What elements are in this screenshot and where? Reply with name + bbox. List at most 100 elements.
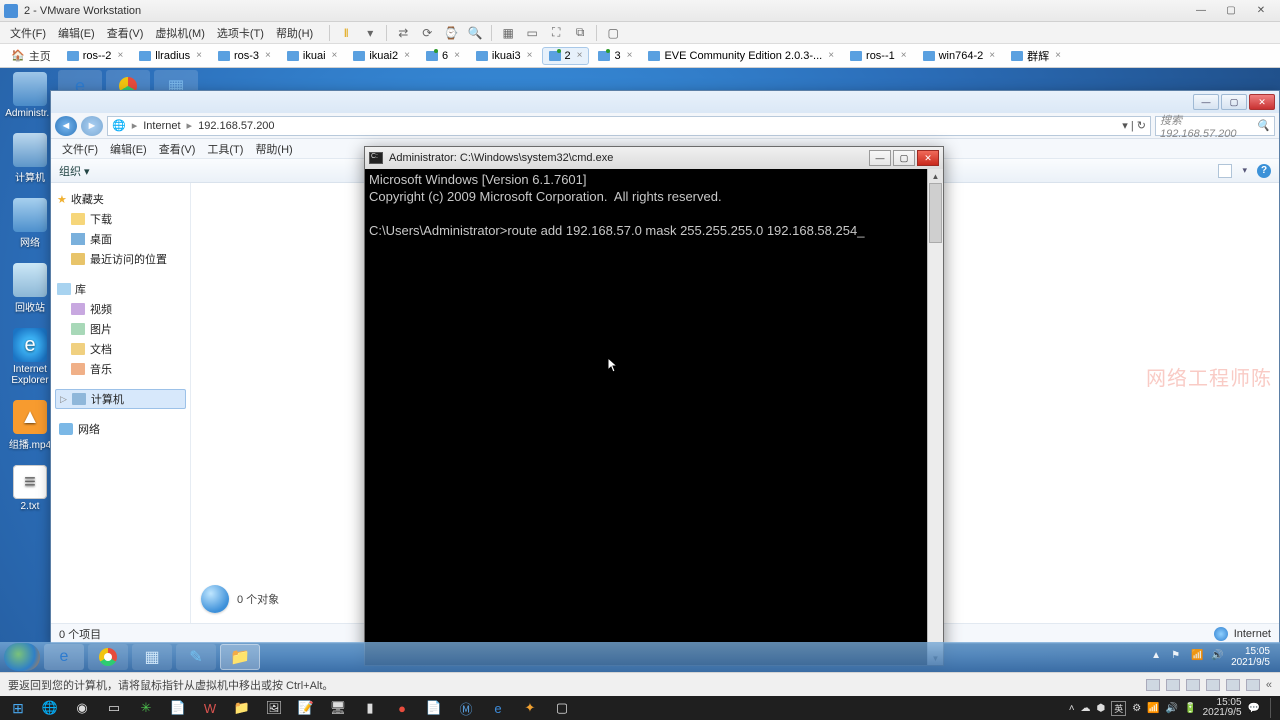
taskbar-explorer-button[interactable]: 📁 bbox=[220, 644, 260, 670]
scroll-up-button[interactable]: ▲ bbox=[928, 169, 943, 183]
address-dropdown[interactable]: ▾ | ↻ bbox=[1122, 119, 1146, 132]
explorer-minimize-button[interactable]: — bbox=[1193, 94, 1219, 110]
desktop-icon-trash[interactable]: 回收站 bbox=[4, 263, 56, 314]
tree-music[interactable]: 音乐 bbox=[55, 359, 186, 379]
tray-flag-icon[interactable]: ▲ bbox=[1151, 650, 1165, 664]
desktop-icon-vlc[interactable]: ▲组播.mp4 bbox=[4, 400, 56, 451]
vm-device-icon[interactable] bbox=[1166, 679, 1180, 691]
tray-icon[interactable]: ☁ bbox=[1081, 703, 1091, 714]
tray-volume-icon[interactable]: 🔊 bbox=[1211, 650, 1225, 664]
tree-downloads[interactable]: 下载 bbox=[55, 209, 186, 229]
unity-button[interactable]: ⧉ bbox=[572, 25, 588, 41]
outer-task-button[interactable]: ▮ bbox=[356, 698, 384, 718]
tree-documents[interactable]: 文档 bbox=[55, 339, 186, 359]
tray-wifi-icon[interactable]: 📶 bbox=[1147, 703, 1159, 714]
outer-task-button[interactable]: 📄 bbox=[164, 698, 192, 718]
tab-close-icon[interactable]: × bbox=[901, 50, 907, 61]
menu-edit[interactable]: 编辑(E) bbox=[52, 23, 101, 43]
vm-tab[interactable]: ikuai2× bbox=[346, 47, 417, 65]
vm-tab[interactable]: EVE Community Edition 2.0.3-...× bbox=[641, 47, 841, 65]
cmd-window[interactable]: Administrator: C:\Windows\system32\cmd.e… bbox=[364, 146, 944, 666]
organize-button[interactable]: 组织 ▾ bbox=[59, 163, 90, 179]
tab-close-icon[interactable]: × bbox=[196, 50, 202, 61]
outer-task-button[interactable]: ▢ bbox=[548, 698, 576, 718]
vm-device-more-icon[interactable]: « bbox=[1266, 679, 1272, 691]
outer-task-button[interactable]: 🌐 bbox=[36, 698, 64, 718]
tab-close-icon[interactable]: × bbox=[828, 50, 834, 61]
vm-device-icon[interactable] bbox=[1186, 679, 1200, 691]
taskbar-ie-button[interactable]: e bbox=[44, 644, 84, 670]
menu-help[interactable]: 帮助(H) bbox=[270, 23, 319, 43]
tree-recent[interactable]: 最近访问的位置 bbox=[55, 249, 186, 269]
outer-clock[interactable]: 15:05 2021/9/5 bbox=[1203, 698, 1242, 718]
vm-device-icon[interactable] bbox=[1206, 679, 1220, 691]
explorer-titlebar[interactable]: — ▢ ✕ bbox=[51, 91, 1279, 113]
help-icon[interactable]: ? bbox=[1257, 164, 1271, 178]
desktop-icon-network[interactable]: 网络 bbox=[4, 198, 56, 249]
vm-tab[interactable]: ikuai× bbox=[280, 47, 344, 65]
vm-device-icon[interactable] bbox=[1246, 679, 1260, 691]
outer-task-button[interactable]: ◉ bbox=[68, 698, 96, 718]
tab-close-icon[interactable]: × bbox=[527, 50, 533, 61]
back-button[interactable]: ◄ bbox=[55, 116, 77, 136]
crumb-root[interactable]: Internet bbox=[143, 120, 180, 132]
outer-task-button[interactable]: 📄 bbox=[420, 698, 448, 718]
guest-clock[interactable]: 15:05 2021/9/5 bbox=[1231, 646, 1270, 668]
vm-tab[interactable]: ros-3× bbox=[211, 47, 278, 65]
view-mode-dropdown[interactable]: ▾ bbox=[1242, 165, 1247, 176]
outer-task-button[interactable]: e bbox=[484, 698, 512, 718]
fullscreen-button[interactable]: ⛶ bbox=[548, 25, 564, 41]
explorer-search-input[interactable]: 搜索 192.168.57.200 🔍 bbox=[1155, 116, 1275, 136]
tray-chevron-icon[interactable]: ˄ bbox=[1069, 703, 1075, 714]
vm-tab[interactable]: 6× bbox=[419, 47, 467, 65]
cmd-minimize-button[interactable]: — bbox=[869, 150, 891, 166]
tab-close-icon[interactable]: × bbox=[265, 50, 271, 61]
view-button[interactable]: ▭ bbox=[524, 25, 540, 41]
outer-task-button[interactable]: ✦ bbox=[516, 698, 544, 718]
guest-start-button[interactable] bbox=[4, 643, 40, 671]
toolbar-btn[interactable]: 🔍 bbox=[467, 25, 483, 41]
host-close-button[interactable]: ✕ bbox=[1246, 2, 1276, 20]
cmd-maximize-button[interactable]: ▢ bbox=[893, 150, 915, 166]
exp-menu-edit[interactable]: 编辑(E) bbox=[105, 140, 152, 158]
tab-close-icon[interactable]: × bbox=[577, 50, 583, 61]
tree-pictures[interactable]: 图片 bbox=[55, 319, 186, 339]
guest-desktop[interactable]: e ▦ Administr...计算机网络回收站eInternet Explor… bbox=[0, 68, 1280, 672]
tray-icon[interactable]: ⬢ bbox=[1097, 703, 1106, 714]
vm-device-icon[interactable] bbox=[1226, 679, 1240, 691]
tray-notifications-icon[interactable]: 💬 bbox=[1248, 703, 1260, 714]
outer-task-button[interactable]: ▭ bbox=[100, 698, 128, 718]
outer-task-button[interactable]: 🖥 bbox=[324, 698, 352, 718]
vm-tab[interactable]: 2× bbox=[542, 47, 590, 65]
outer-task-button[interactable]: 📝 bbox=[292, 698, 320, 718]
vm-tab[interactable]: win764-2× bbox=[916, 47, 1002, 65]
outer-task-button[interactable]: ● bbox=[388, 698, 416, 718]
outer-task-button[interactable]: 🖼 bbox=[260, 698, 288, 718]
toolbar-btn[interactable]: ▾ bbox=[362, 25, 378, 41]
tree-video[interactable]: 视频 bbox=[55, 299, 186, 319]
snapshot-button[interactable]: ⌚ bbox=[443, 25, 459, 41]
tab-close-icon[interactable]: × bbox=[404, 50, 410, 61]
tab-close-icon[interactable]: × bbox=[627, 50, 633, 61]
outer-task-button[interactable]: Ⓜ bbox=[452, 698, 480, 718]
desktop-icon-admin[interactable]: Administr... bbox=[4, 72, 56, 119]
outer-task-button[interactable]: ✳ bbox=[132, 698, 160, 718]
desktop-icon-ie[interactable]: eInternet Explorer bbox=[4, 328, 56, 386]
cmd-scrollbar[interactable]: ▲ ▼ bbox=[927, 169, 943, 665]
tab-close-icon[interactable]: × bbox=[989, 50, 995, 61]
tray-volume-icon[interactable]: 🔊 bbox=[1166, 703, 1178, 714]
outer-task-button[interactable]: W bbox=[196, 698, 224, 718]
tree-library-head[interactable]: 库 bbox=[55, 279, 186, 299]
crumb-leaf[interactable]: 192.168.57.200 bbox=[198, 120, 274, 132]
vm-tab[interactable]: ros--1× bbox=[843, 47, 914, 65]
toolbar-btn[interactable]: ⟳ bbox=[419, 25, 435, 41]
desktop-icon-computer[interactable]: 计算机 bbox=[4, 133, 56, 184]
cmd-terminal[interactable]: Microsoft Windows [Version 6.1.7601] Cop… bbox=[365, 169, 943, 665]
cmd-close-button[interactable]: ✕ bbox=[917, 150, 939, 166]
taskbar-chrome-button[interactable] bbox=[88, 644, 128, 670]
outer-start-button[interactable]: ⊞ bbox=[4, 698, 32, 718]
home-tab[interactable]: 🏠 主页 bbox=[4, 45, 58, 67]
view-mode-button[interactable] bbox=[1218, 164, 1232, 178]
explorer-maximize-button[interactable]: ▢ bbox=[1221, 94, 1247, 110]
vm-device-icon[interactable] bbox=[1146, 679, 1160, 691]
